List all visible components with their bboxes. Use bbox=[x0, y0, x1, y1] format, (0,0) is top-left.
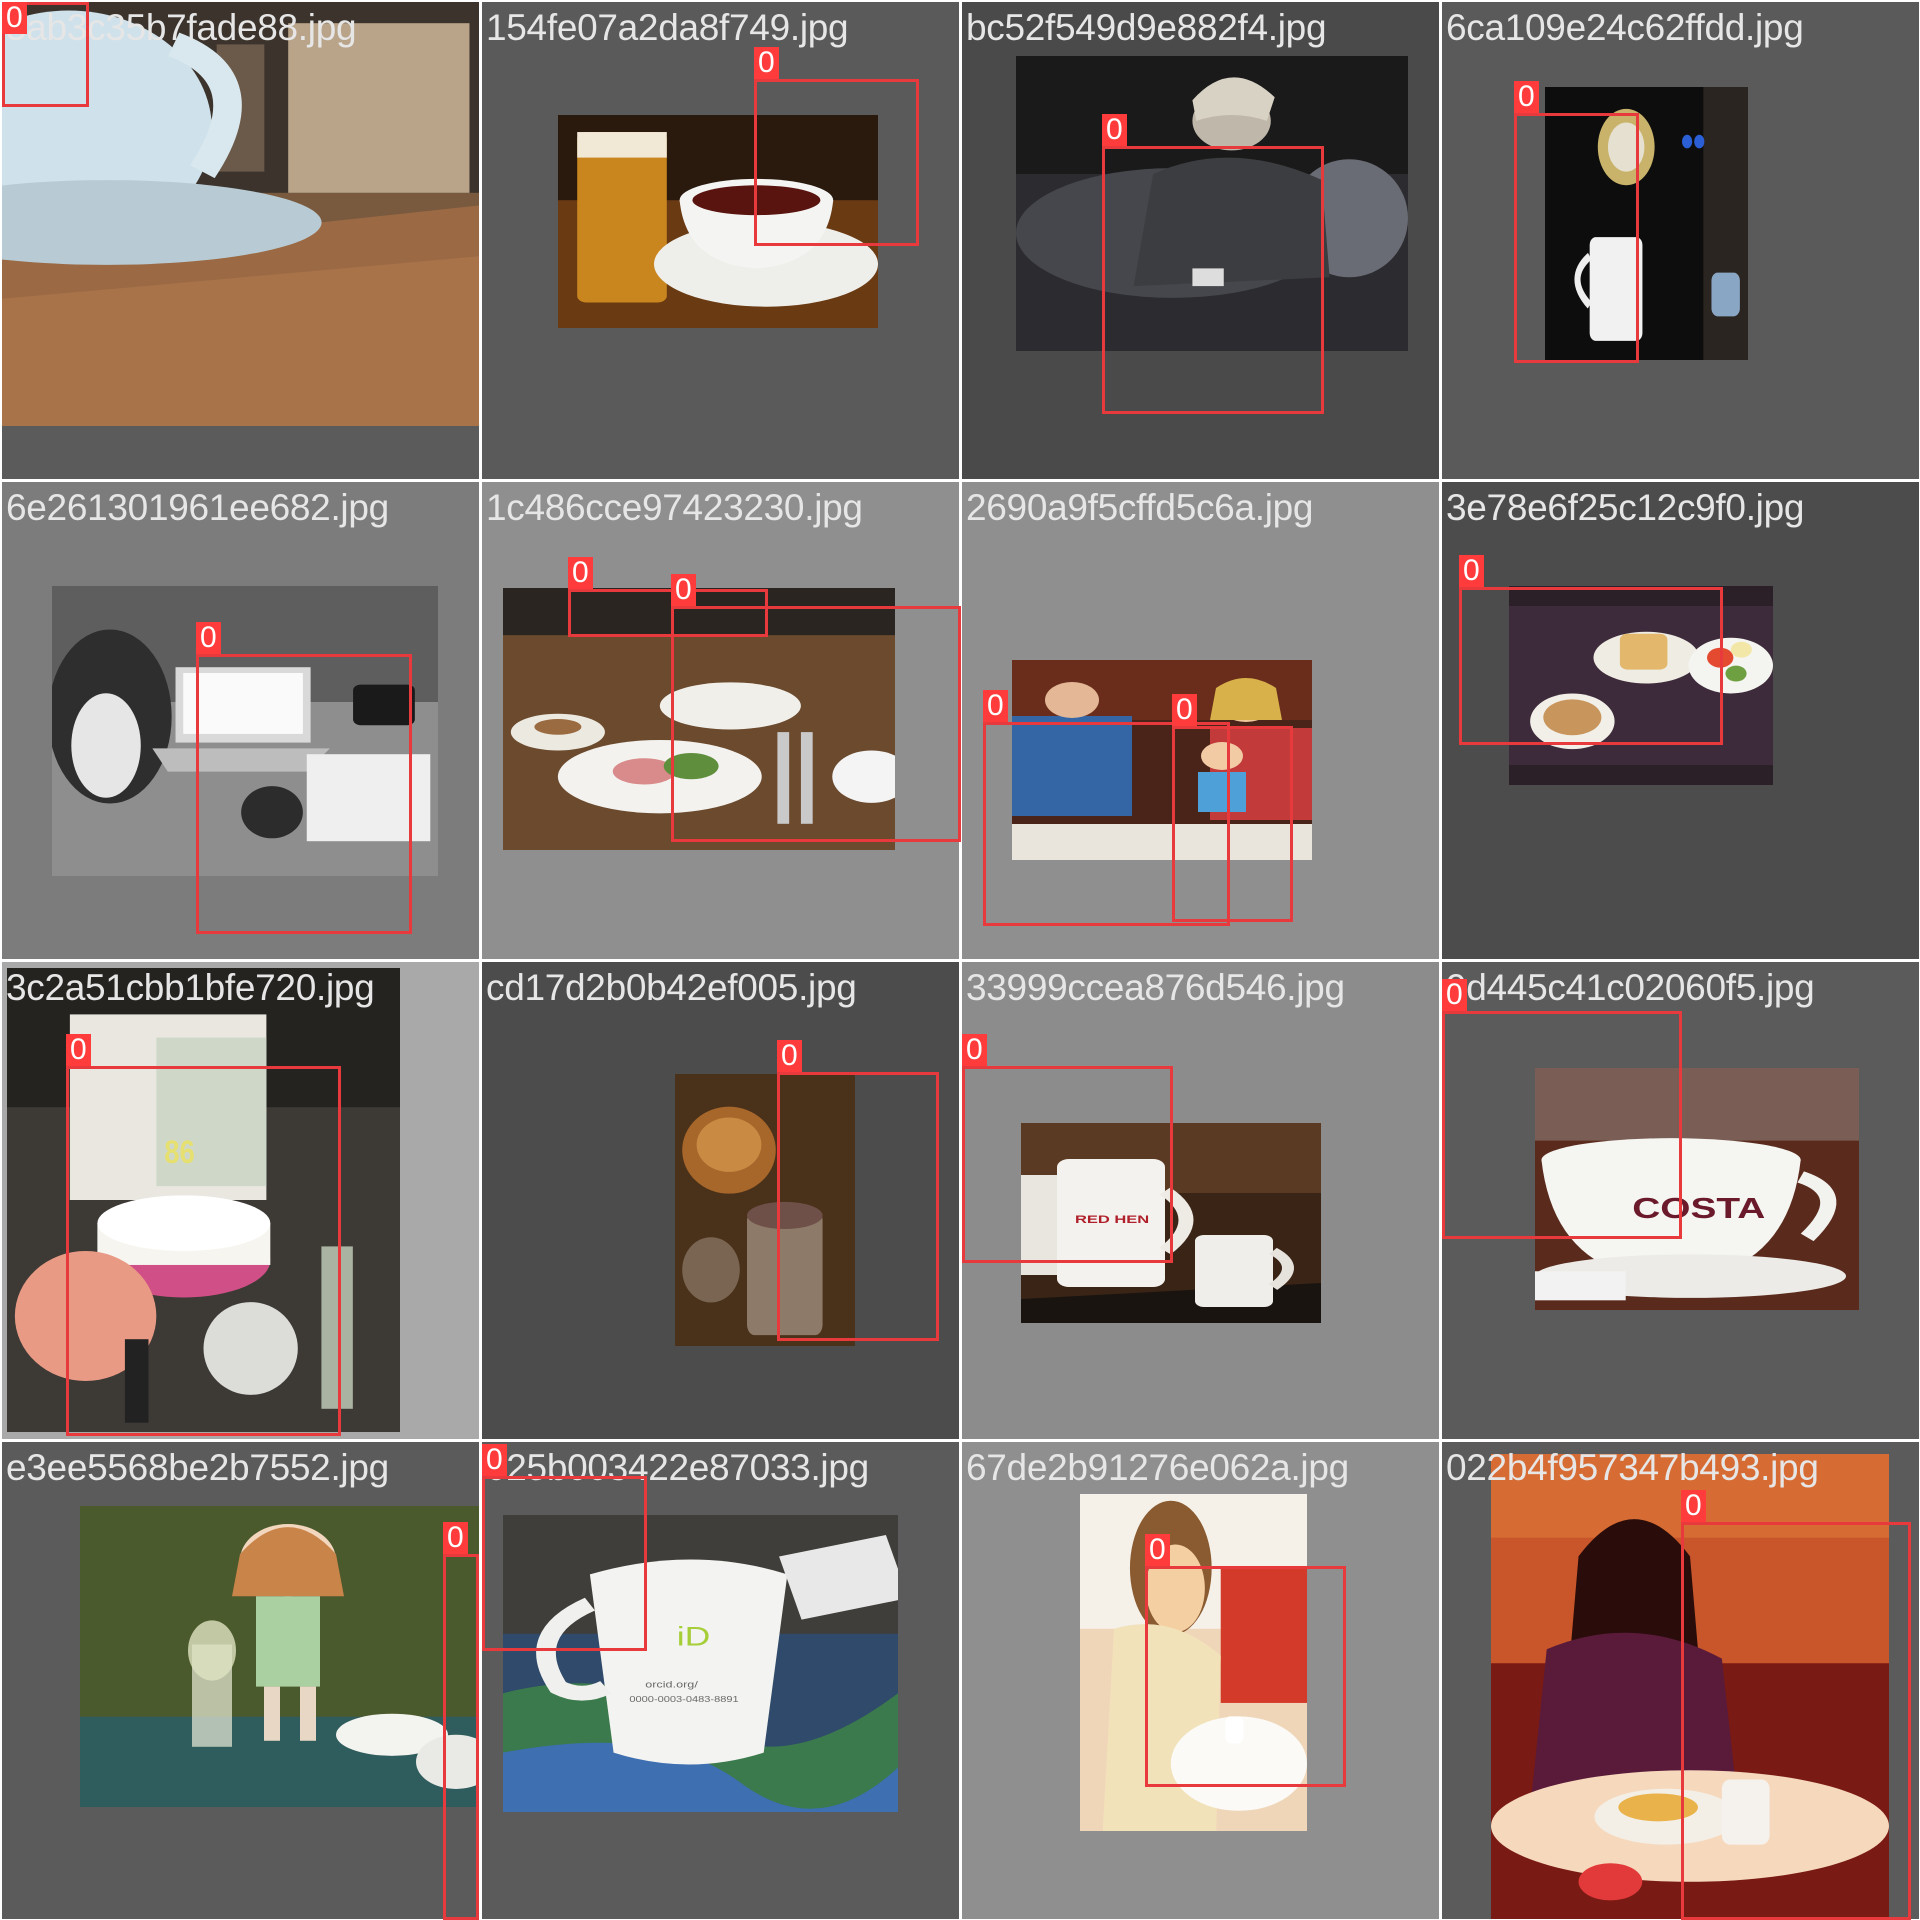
detection-class-label: 0 bbox=[754, 47, 779, 79]
detection-box: 0 bbox=[443, 1522, 479, 1920]
detection-box: 0 bbox=[962, 1034, 1173, 1263]
detection-class-label: 0 bbox=[1442, 979, 1467, 1011]
tile-filename: 3c2a51cbb1bfe720.jpg bbox=[6, 967, 375, 1008]
detection-class-label: 0 bbox=[568, 557, 593, 589]
detection-box: 0 bbox=[1681, 1490, 1911, 1920]
detection-class-label: 0 bbox=[983, 690, 1008, 722]
detection-class-label: 0 bbox=[1514, 81, 1539, 113]
detection-box: 0 bbox=[482, 1444, 647, 1651]
tile-filename: e3ee5568be2b7552.jpg bbox=[6, 1447, 389, 1488]
tile-filename: 67de2b91276e062a.jpg bbox=[966, 1447, 1349, 1488]
detection-box: 0 bbox=[1172, 694, 1293, 922]
photo-text: iD bbox=[677, 1622, 711, 1652]
detection-box: 0 bbox=[196, 622, 412, 934]
grid-tile: e3ee5568be2b7552.jpg bbox=[2, 1442, 479, 1919]
detection-box: 0 bbox=[1102, 114, 1324, 414]
tile-filename: 33999ccea876d546.jpg bbox=[966, 967, 1345, 1008]
detection-class-label: 0 bbox=[1102, 114, 1127, 146]
detection-class-label: 0 bbox=[66, 1034, 91, 1066]
detection-class-label: 0 bbox=[671, 574, 696, 606]
tile-filename: 6ca109e24c62ffdd.jpg bbox=[1446, 7, 1804, 48]
detection-class-label: 0 bbox=[196, 622, 221, 654]
detection-box: 0 bbox=[754, 47, 919, 246]
detection-class-label: 0 bbox=[482, 1444, 507, 1476]
detection-box: 0 bbox=[1442, 979, 1682, 1239]
detection-box: 0 bbox=[1514, 81, 1639, 363]
svg-text:orcid.org/: orcid.org/ bbox=[645, 1680, 699, 1690]
svg-text:0000-0003-0483-8891: 0000-0003-0483-8891 bbox=[629, 1695, 738, 1704]
tile-photo bbox=[80, 1506, 479, 1807]
detection-class-label: 0 bbox=[1172, 694, 1197, 726]
tile-filename: 2690a9f5cffd5c6a.jpg bbox=[966, 487, 1314, 528]
detection-class-label: 0 bbox=[2, 2, 27, 34]
tile-filename: bc52f549d9e882f4.jpg bbox=[966, 7, 1327, 48]
tile-filename: cd17d2b0b42ef005.jpg bbox=[486, 967, 857, 1008]
tile-filename: 3e78e6f25c12c9f0.jpg bbox=[1446, 487, 1805, 528]
tile-filename: 154fe07a2da8f749.jpg bbox=[486, 7, 849, 48]
detection-box: 0 bbox=[66, 1034, 341, 1436]
detection-class-label: 0 bbox=[1681, 1490, 1706, 1522]
tile-filename: 022b4f957347b493.jpg bbox=[1446, 1447, 1819, 1488]
detection-class-label: 0 bbox=[962, 1034, 987, 1066]
detection-box: 0 bbox=[1459, 555, 1723, 745]
detection-class-label: 0 bbox=[777, 1040, 802, 1072]
detection-box: 0 bbox=[1145, 1534, 1346, 1787]
detection-class-label: 0 bbox=[1145, 1534, 1170, 1566]
detection-box: 0 bbox=[671, 574, 961, 842]
detection-class-label: 0 bbox=[1459, 555, 1484, 587]
tile-filename: 6e261301961ee682.jpg bbox=[6, 487, 389, 528]
detection-box: 0 bbox=[777, 1040, 939, 1341]
detection-box: 0 bbox=[2, 2, 89, 107]
detection-class-label: 0 bbox=[443, 1522, 468, 1554]
tile-filename: 1c486cce97423230.jpg bbox=[486, 487, 863, 528]
detection-grid: 5ab3c35b7fade88.jpg 0 154fe07a2da8f749.jp… bbox=[0, 0, 1920, 1920]
tile-filename: 9d445c41c02060f5.jpg bbox=[1446, 967, 1815, 1008]
